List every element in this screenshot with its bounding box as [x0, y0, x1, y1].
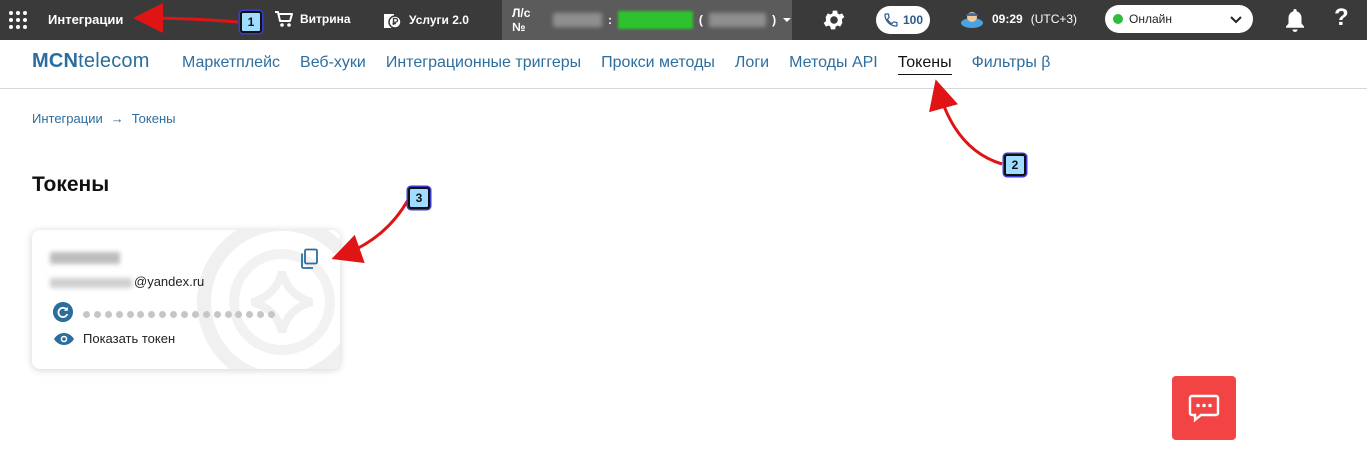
clock: 09:29 (UTC+3) — [960, 9, 1077, 29]
token-mask-dot — [148, 311, 156, 318]
services-label: Услуги 2.0 — [409, 13, 469, 27]
cart-icon — [275, 11, 293, 27]
integration-tabs: Маркетплейс Веб-хуки Интеграционные триг… — [182, 54, 1050, 75]
token-mask-dot — [93, 311, 101, 318]
user-avatar-icon — [961, 12, 983, 28]
account-label: Л/с № — [512, 6, 531, 34]
chevron-down-icon — [1230, 16, 1242, 24]
copy-icon[interactable] — [299, 248, 319, 270]
page-title: Токены — [32, 173, 110, 196]
token-mask-dot — [246, 311, 254, 318]
token-mask-dot — [224, 311, 232, 318]
help-icon[interactable]: ? — [1334, 4, 1349, 32]
email-domain: @yandex.ru — [134, 274, 205, 289]
calls-counter[interactable]: 100 — [876, 6, 930, 34]
breadcrumb-root[interactable]: Интеграции — [32, 111, 103, 126]
services-ruble-icon — [384, 14, 402, 29]
timezone: (UTC+3) — [1030, 12, 1078, 26]
online-status-dot — [1113, 14, 1123, 24]
token-owner-name-redacted — [50, 252, 120, 264]
mcntelecom-logo[interactable]: MCNtelecom — [32, 50, 150, 73]
tab-webhooks[interactable]: Веб-хуки — [300, 54, 366, 75]
bell-icon[interactable] — [1284, 7, 1306, 33]
masked-token — [83, 311, 283, 319]
refresh-icon[interactable] — [53, 302, 73, 322]
status-label: Онлайн — [1129, 12, 1172, 26]
section-title[interactable]: Интеграции — [48, 12, 123, 27]
token-mask-dot — [268, 311, 276, 318]
current-time: 09:29 — [992, 12, 1023, 26]
annotation-arrow-3 — [331, 199, 410, 264]
breadcrumb-arrow-icon: → — [110, 111, 124, 126]
token-mask-dot — [126, 311, 134, 318]
tab-integration-triggers[interactable]: Интеграционные триггеры — [386, 54, 581, 75]
tab-tokens[interactable]: Токены — [897, 54, 952, 75]
tab-proxy-methods[interactable]: Прокси методы — [601, 54, 715, 75]
top-bar: Интеграции Витрина Услуги 2.0 Л/с № : ( … — [0, 0, 1367, 40]
token-mask-dot — [170, 311, 178, 318]
token-mask-dot — [257, 311, 265, 318]
token-mask-dot — [115, 311, 123, 318]
phone-icon — [884, 13, 898, 27]
token-mask-dot — [159, 311, 167, 318]
token-mask-dot — [191, 311, 199, 318]
eye-icon — [54, 332, 74, 345]
account-paren-close: ) — [772, 13, 777, 27]
token-mask-dot — [235, 311, 243, 318]
logo-bold: MCN — [32, 50, 79, 72]
annotation-arrow-2 — [929, 79, 1003, 166]
chat-button[interactable] — [1172, 376, 1236, 440]
calls-count: 100 — [902, 13, 924, 27]
secondary-nav: MCNtelecom Маркетплейс Веб-хуки Интеграц… — [0, 40, 1367, 89]
logo-rest: telecom — [78, 50, 150, 72]
show-token-button[interactable]: Показать токен — [53, 331, 175, 346]
account-name-redacted — [708, 13, 767, 27]
status-dropdown[interactable]: Онлайн — [1105, 5, 1253, 33]
token-mask-dot — [202, 311, 210, 318]
token-mask-dot — [104, 311, 112, 318]
tab-filters-beta[interactable]: Фильтры β — [972, 54, 1051, 75]
breadcrumb-current[interactable]: Токены — [132, 111, 176, 126]
gear-icon[interactable] — [821, 7, 847, 33]
account-balance-redacted — [617, 11, 693, 29]
annotation-badge-3: 3 — [408, 187, 430, 209]
apps-grid-icon[interactable] — [9, 11, 27, 29]
account-number-redacted — [552, 13, 602, 27]
account-paren-open: ( — [698, 13, 703, 27]
account-colon: : — [607, 13, 612, 27]
email-user-redacted — [50, 277, 132, 288]
token-mask-dot — [83, 311, 90, 318]
tab-logs[interactable]: Логи — [735, 54, 769, 75]
tab-marketplace[interactable]: Маркетплейс — [182, 54, 280, 75]
showcase-link[interactable]: Витрина — [274, 10, 351, 28]
token-mask-dot — [137, 311, 145, 318]
tab-api-methods[interactable]: Методы API — [789, 54, 878, 75]
token-mask-dot — [213, 311, 221, 318]
chat-bubble-icon — [1188, 394, 1220, 423]
showcase-label: Витрина — [300, 12, 351, 26]
token-owner-email: @yandex.ru — [50, 274, 204, 289]
annotation-badge-2: 2 — [1004, 154, 1026, 176]
chevron-down-icon — [783, 18, 791, 22]
token-mask-dot — [181, 311, 189, 318]
account-selector[interactable]: Л/с № : ( ) — [502, 0, 792, 40]
services-link[interactable]: Услуги 2.0 — [381, 10, 469, 30]
token-card: @yandex.ru Показать токен — [32, 230, 340, 369]
breadcrumb: Интеграции → Токены — [32, 111, 175, 126]
show-token-label: Показать токен — [83, 331, 176, 346]
